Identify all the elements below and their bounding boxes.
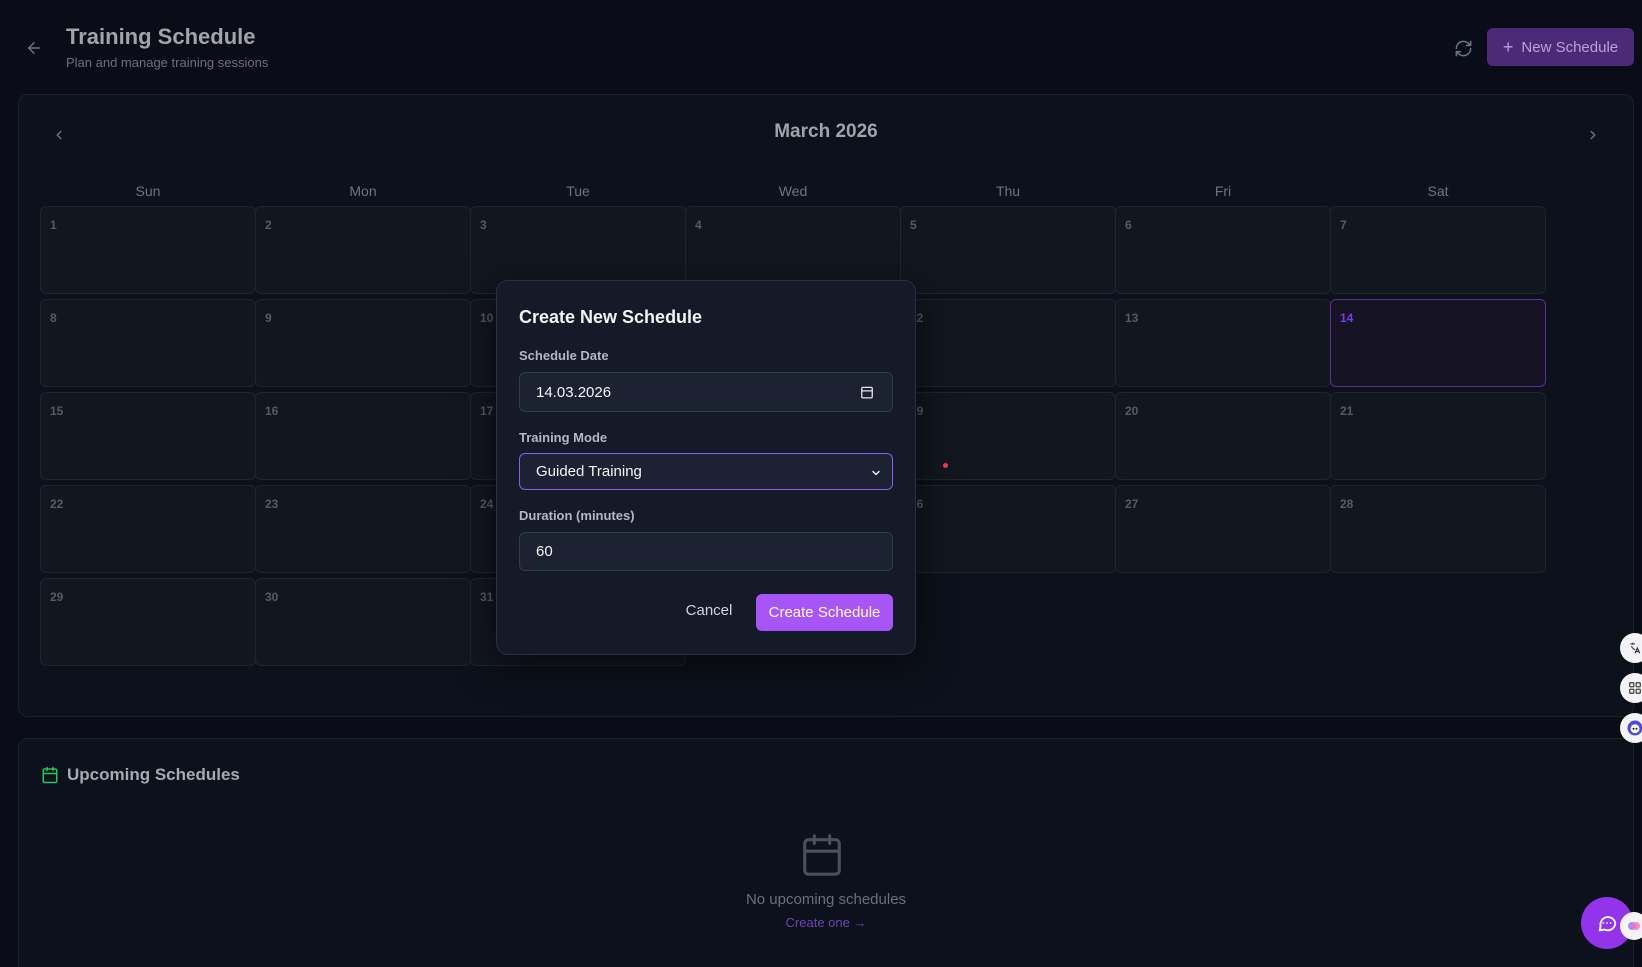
day-number: 15 [50,404,64,418]
training-mode-label: Training Mode [519,430,608,445]
plus-icon: + [1502,37,1514,57]
schedule-date-value: 14.03.2026 [536,383,612,401]
create-one-link[interactable]: Create one → [19,915,1633,930]
chat-bubble-icon [1598,916,1617,932]
grid-icon [1629,682,1641,694]
calendar-day-5[interactable]: 5 [900,206,1116,294]
day-number: 2 [265,218,272,232]
calendar-day-29[interactable]: 29 [40,578,256,666]
back-button[interactable] [22,36,46,60]
cancel-button[interactable]: Cancel [679,594,739,626]
calendar-day-20[interactable]: 20 [1115,392,1331,480]
day-number: 10 [480,311,494,325]
arrow-left-icon [28,42,40,54]
day-number: 7 [1340,218,1347,232]
day-number: 3 [480,218,487,232]
apps-widget-button[interactable] [1620,673,1642,703]
page-title: Training Schedule [66,24,256,49]
calendar-day-12[interactable]: 12 [900,299,1116,387]
next-month-button[interactable] [1583,125,1603,145]
day-number: 20 [1125,404,1139,418]
day-number: 17 [480,404,494,418]
calendar-day-1[interactable]: 1 [40,206,256,294]
weekday-sat: Sat [1427,183,1449,199]
month-title: March 2026 [774,121,878,142]
calendar-icon [42,766,58,784]
day-number: 24 [480,497,494,511]
day-number: 28 [1340,497,1354,511]
date-picker-icon[interactable] [860,385,874,399]
calendar-day-28[interactable]: 28 [1330,485,1546,573]
upcoming-title: Upcoming Schedules [67,765,240,784]
day-number: 14 [1340,311,1354,325]
day-number: 6 [1125,218,1132,232]
day-number: 22 [50,497,64,511]
calendar-day-15[interactable]: 15 [40,392,256,480]
day-number: 21 [1340,404,1354,418]
day-number: 23 [265,497,279,511]
schedule-date-input[interactable]: 14.03.2026 [519,372,893,412]
weekday-fri: Fri [1214,183,1232,199]
calendar-day-19[interactable]: 19 [900,392,1116,480]
brain-icon [1628,922,1640,930]
day-number: 27 [1125,497,1139,511]
weekday-tue: Tue [566,183,590,199]
assistant-widget-button[interactable] [1620,713,1642,743]
translate-icon [1630,642,1641,654]
day-number: 8 [50,311,57,325]
chevron-down-icon [872,470,880,476]
day-number: 16 [265,404,279,418]
schedule-date-label: Schedule Date [519,348,609,363]
chevron-right-icon [1590,130,1596,140]
new-schedule-button[interactable]: + New Schedule [1487,28,1634,66]
event-dot [943,463,948,468]
day-number: 13 [1125,311,1139,325]
weekday-wed: Wed [778,183,808,199]
page-subtitle: Plan and manage training sessions [66,55,269,70]
new-schedule-label: New Schedule [1521,38,1619,56]
duration-label: Duration (minutes) [519,508,635,523]
calendar-day-2[interactable]: 2 [255,206,471,294]
ai-badge[interactable] [1620,912,1642,940]
day-number: 29 [50,590,64,604]
weekday-mon: Mon [349,183,377,199]
calendar-day-7[interactable]: 7 [1330,206,1546,294]
translate-widget-button[interactable] [1620,633,1642,663]
day-number: 5 [910,218,917,232]
duration-value: 60 [536,543,553,560]
training-mode-value: Guided Training [536,463,642,480]
assistant-face-icon [1627,720,1642,736]
calendar-day-6[interactable]: 6 [1115,206,1331,294]
day-number: 30 [265,590,279,604]
refresh-icon [1455,40,1471,56]
create-schedule-modal: Create New Schedule Schedule Date 14.03.… [496,280,916,655]
calendar-day-13[interactable]: 13 [1115,299,1331,387]
weekday-thu: Thu [995,183,1021,199]
calendar-day-30[interactable]: 30 [255,578,471,666]
weekday-sun: Sun [135,183,161,199]
day-number: 4 [695,218,702,232]
calendar-day-16[interactable]: 16 [255,392,471,480]
calendar-day-8[interactable]: 8 [40,299,256,387]
refresh-button[interactable] [1450,35,1476,61]
calendar-day-23[interactable]: 23 [255,485,471,573]
calendar-day-9[interactable]: 9 [255,299,471,387]
training-mode-select[interactable]: Guided Training [519,453,893,490]
calendar-day-21[interactable]: 21 [1330,392,1546,480]
calendar-day-22[interactable]: 22 [40,485,256,573]
page-header: Training Schedule Plan and manage traini… [0,0,1642,90]
day-number: 9 [265,311,272,325]
calendar-day-14[interactable]: 14 [1330,299,1546,387]
empty-calendar-icon [803,834,841,876]
modal-title: Create New Schedule [519,307,703,327]
create-schedule-button[interactable]: Create Schedule [756,594,893,631]
training-schedule-page: Training Schedule Plan and manage traini… [0,0,1642,967]
calendar-day-26[interactable]: 26 [900,485,1116,573]
upcoming-schedules-card: Upcoming Schedules No upcoming schedules… [18,738,1634,967]
calendar-day-27[interactable]: 27 [1115,485,1331,573]
duration-input[interactable]: 60 [519,532,893,571]
day-number: 1 [50,218,57,232]
day-number: 31 [480,590,494,604]
empty-state-text: No upcoming schedules [745,891,907,908]
